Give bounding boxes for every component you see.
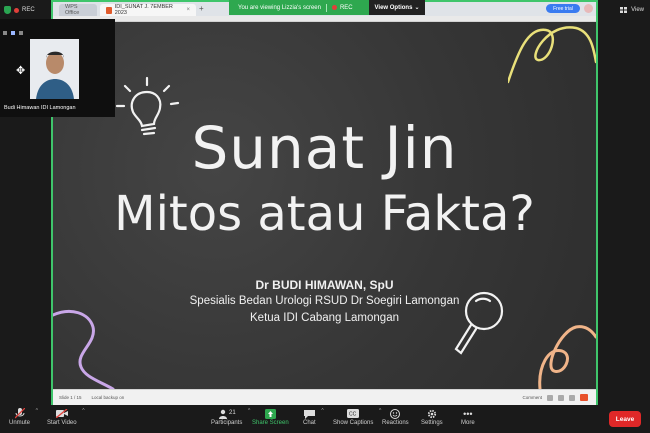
reading-view-icon[interactable] [569, 394, 575, 401]
more-label: More [461, 420, 475, 426]
presentation-slide: Sunat Jin Mitos atau Fakta? Dr BUDI HIMA… [53, 22, 596, 389]
participant-name: Budi Himawan IDI Lamongan [4, 105, 76, 111]
chevron-down-icon: ⌄ [414, 5, 420, 11]
slide-title-line2: Mitos atau Fakta? [114, 186, 535, 242]
unmute-button[interactable]: Unmute ^ [9, 407, 38, 426]
participant-count: 21 [229, 410, 236, 416]
more-dots-icon: ••• [463, 408, 473, 419]
chat-button[interactable]: Chat ^ [303, 407, 324, 426]
recording-badge[interactable]: REC [4, 4, 35, 16]
settings-button[interactable]: Settings [421, 407, 443, 426]
person-photo-icon [30, 39, 79, 99]
backup-status[interactable]: Local backup on [92, 395, 125, 400]
banner-rec-label: REC [339, 4, 353, 11]
view-label: View [631, 7, 644, 13]
tab-label: WPS Office [65, 4, 80, 16]
mic-muted-icon [14, 407, 25, 420]
recording-label: REC [22, 7, 35, 13]
new-tab-icon[interactable]: + [199, 4, 204, 13]
orange-swirl-icon [538, 325, 596, 389]
unmute-label: Unmute [9, 420, 31, 426]
video-tile-toolbar [0, 28, 115, 38]
record-dot-icon [331, 5, 337, 10]
app-statusbar: Slide 1 / 15 Local backup on Comment [53, 389, 596, 405]
slide-role-2: Ketua IDI Cabang Lamongan [250, 312, 399, 324]
show-captions-label: Show Captions [333, 420, 374, 426]
caret-up-icon[interactable]: ^ [379, 408, 381, 414]
view-button[interactable]: View [620, 4, 644, 16]
svg-text:CC: CC [349, 412, 357, 418]
more-button[interactable]: ••• More [461, 407, 475, 427]
settings-label: Settings [421, 420, 443, 426]
slide-author: Dr BUDI HIMAWAN, SpU [255, 278, 394, 292]
people-icon: 21 [218, 407, 236, 420]
shield-icon [4, 6, 11, 14]
caret-up-icon[interactable]: ^ [321, 408, 323, 414]
minimize-icon[interactable] [3, 31, 7, 35]
participants-button[interactable]: 21 Participants ^ [211, 407, 250, 426]
view-options-label: View Options [374, 4, 413, 11]
play-slideshow-icon[interactable] [580, 394, 588, 401]
participant-avatar [30, 39, 79, 99]
normal-view-icon[interactable] [547, 394, 553, 401]
slide-title-line1: Sunat Jin [191, 114, 458, 182]
reactions-button[interactable]: Reactions [382, 407, 409, 426]
gear-icon [427, 407, 437, 420]
sorter-view-icon[interactable] [558, 394, 564, 401]
free-trial-button[interactable]: Free trial [546, 4, 580, 13]
leave-button[interactable]: Leave [609, 411, 641, 427]
user-avatar[interactable] [584, 4, 593, 13]
start-video-button[interactable]: Start Video ^ [47, 407, 85, 426]
tile-layout-icon[interactable] [11, 31, 15, 35]
tab-label: IDI_SUNAT J. 7EMBER 2023 [114, 4, 173, 16]
tab-wps-office[interactable]: WPS Office [59, 4, 97, 16]
view-options-button[interactable]: View Options ⌄ [369, 0, 425, 15]
caret-up-icon[interactable]: ^ [82, 408, 84, 414]
video-off-icon [55, 407, 68, 420]
slide-role-1: Spesialis Bedan Urologi RSUD Dr Soegiri … [189, 295, 460, 307]
shared-screen: WPS Office IDI_SUNAT J. 7EMBER 2023 × + … [51, 0, 598, 405]
caret-up-icon[interactable]: ^ [36, 408, 38, 414]
share-screen-button[interactable]: Share Screen [252, 407, 289, 426]
expand-icon[interactable] [19, 31, 23, 35]
share-screen-label: Share Screen [252, 420, 289, 426]
grid-view-icon [620, 7, 628, 13]
move-icon[interactable]: ✥ [16, 64, 25, 77]
document-icon [106, 6, 112, 14]
slide-counter: Slide 1 / 15 [59, 395, 82, 400]
viewing-text: You are viewing Lizzia's screen [238, 4, 321, 11]
smiley-icon [390, 407, 401, 420]
chat-icon [303, 407, 315, 420]
record-dot-icon [14, 7, 19, 13]
tab-document[interactable]: IDI_SUNAT J. 7EMBER 2023 × [100, 4, 196, 16]
share-screen-icon [264, 407, 276, 420]
reactions-label: Reactions [382, 420, 409, 426]
captions-icon: CC [347, 407, 360, 420]
zoom-window: REC View WPS Office IDI_SUNAT J. 7EMBER … [0, 0, 650, 433]
show-captions-button[interactable]: CC Show Captions ^ [333, 407, 381, 426]
meeting-controls: Unmute ^ Start Video ^ 21 Participants ^… [0, 405, 650, 433]
participants-label: Participants [211, 420, 243, 426]
caret-up-icon[interactable]: ^ [248, 408, 250, 414]
chat-label: Chat [303, 420, 316, 426]
comment-button[interactable]: Comment [522, 395, 542, 400]
close-icon[interactable]: × [186, 7, 190, 13]
start-video-label: Start Video [47, 420, 77, 426]
swirl-decoration-icon [508, 26, 596, 84]
